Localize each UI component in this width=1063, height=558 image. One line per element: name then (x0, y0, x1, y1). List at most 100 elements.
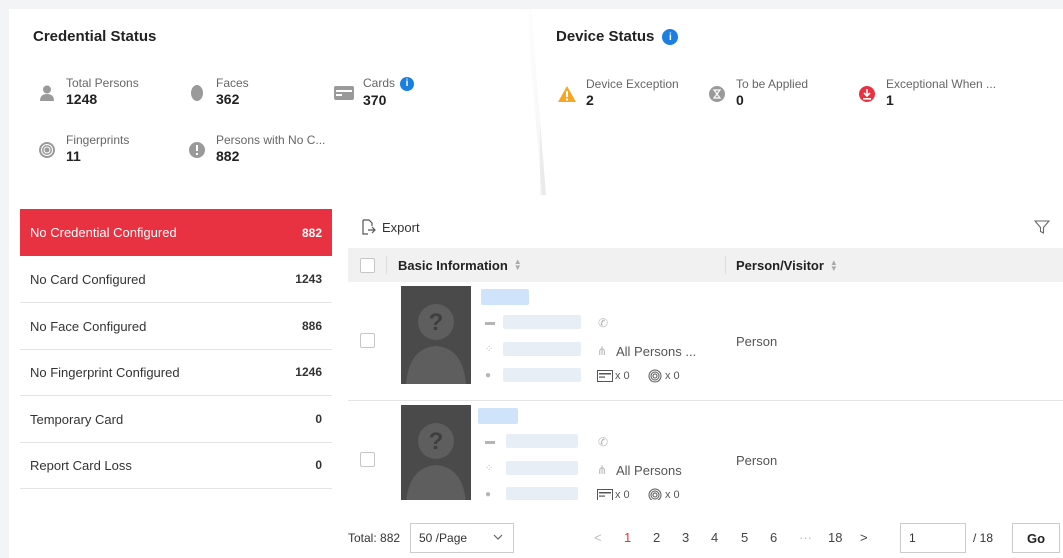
sort-icon: ▲ ▼ (513, 257, 522, 272)
category-no-credential[interactable]: No Credential Configured 882 (20, 209, 332, 256)
person-name-redacted (481, 289, 529, 305)
category-label: No Face Configured (30, 318, 147, 334)
stat-cards: Cards i 370 (333, 76, 415, 109)
stat-label: Faces (216, 76, 249, 90)
fingerprint-count-icon (648, 488, 662, 500)
column-divider (386, 256, 387, 274)
go-button[interactable]: Go (1012, 523, 1060, 553)
table-header: Basic Information ▲ ▼ Person/Visitor ▲ ▼ (348, 248, 1063, 282)
goto-page-input[interactable] (900, 523, 966, 553)
phone-icon: ✆ (598, 316, 609, 330)
table-row[interactable]: ? ▬ ⁘ ● ✆ ⋔ All Persons ... x 0 x 0 Pers… (348, 283, 1063, 401)
chevron-down-icon (493, 534, 503, 540)
face-icon (186, 82, 208, 104)
page-18[interactable]: 18 (828, 530, 842, 545)
card-icon: ▬ (485, 317, 495, 328)
redacted-field (503, 315, 581, 329)
stat-value: 11 (66, 148, 81, 164)
category-no-card[interactable]: No Card Configured 1243 (20, 256, 332, 303)
column-person-visitor[interactable]: Person/Visitor ▲ ▼ (736, 258, 838, 273)
info-icon[interactable]: i (400, 76, 415, 91)
clock-icon: ● (485, 370, 492, 381)
person-type: Person (736, 334, 778, 349)
stat-value: 1 (886, 92, 894, 108)
stat-fingerprints: Fingerprints 11 (36, 133, 129, 165)
category-label: No Fingerprint Configured (30, 364, 180, 380)
category-label: Temporary Card (30, 411, 124, 427)
goto-page-field[interactable] (909, 531, 957, 545)
column-basic-information[interactable]: Basic Information ▲ ▼ (398, 258, 522, 273)
row-checkbox[interactable] (360, 452, 375, 467)
redacted-field (503, 342, 581, 356)
pagination: Total: 882 50 /Page < 1 2 3 4 5 6 ··· 18… (340, 521, 1063, 555)
next-page-button[interactable]: > (860, 530, 868, 545)
hourglass-icon (706, 83, 728, 105)
stat-value: 1248 (66, 91, 98, 107)
category-label: No Credential Configured (30, 225, 177, 240)
redacted-field (506, 461, 578, 475)
person-group: All Persons (616, 463, 682, 478)
stat-to-be-applied[interactable]: To be Applied 0 (706, 77, 808, 109)
page-1[interactable]: 1 (624, 530, 631, 545)
export-label: Export (382, 219, 420, 235)
card-count-icon (597, 489, 613, 500)
status-overview: Credential Status Total Persons 1248 Fac… (0, 0, 1063, 195)
fingerprint-count: x 0 (648, 369, 680, 383)
page-4[interactable]: 4 (711, 530, 718, 545)
table-row[interactable]: ? ▬ ⁘ ● ✆ ⋔ All Persons x 0 x 0 Person (348, 402, 1063, 500)
category-count: 1246 (295, 365, 322, 379)
stat-label: Total Persons (66, 76, 139, 90)
select-all-checkbox[interactable] (360, 257, 375, 273)
person-group: All Persons ... (616, 344, 697, 359)
clock-icon: ● (485, 489, 492, 500)
stat-label: To be Applied (736, 77, 809, 91)
filter-icon[interactable] (1033, 219, 1051, 238)
card-count-icon (597, 370, 613, 382)
prev-page-button[interactable]: < (594, 530, 602, 545)
credential-status-title: Credential Status (33, 28, 157, 45)
category-report-card-loss[interactable]: Report Card Loss 0 (20, 442, 332, 489)
page-ellipsis[interactable]: ··· (799, 530, 812, 545)
stat-total-persons: Total Persons 1248 (36, 76, 139, 108)
page-5[interactable]: 5 (741, 530, 748, 545)
svg-text:?: ? (429, 428, 444, 455)
export-icon (362, 219, 376, 235)
group-icon: ⋔ (597, 463, 608, 477)
category-temporary-card[interactable]: Temporary Card 0 (20, 396, 332, 443)
stat-device-exception[interactable]: Device Exception 2 (556, 77, 679, 109)
stat-label: Fingerprints (66, 133, 130, 147)
avatar: ? (401, 286, 471, 384)
page-size-select[interactable]: 50 /Page (410, 523, 514, 553)
stat-faces: Faces 362 (186, 76, 249, 108)
category-no-fingerprint[interactable]: No Fingerprint Configured 1246 (20, 349, 332, 396)
total-count: Total: 882 (348, 531, 401, 545)
page-6[interactable]: 6 (770, 530, 777, 545)
fingerprint-count: x 0 (648, 488, 680, 500)
group-icon: ⋔ (597, 344, 608, 358)
category-count: 886 (301, 319, 322, 333)
page-2[interactable]: 2 (653, 530, 660, 545)
info-icon[interactable]: i (662, 29, 679, 46)
credential-status-panel: Credential Status Total Persons 1248 Fac… (9, 9, 540, 195)
stat-no-credential: Persons with No C... 882 (186, 133, 325, 165)
stat-label: Persons with No C... (216, 133, 326, 147)
column-divider (725, 256, 726, 274)
total-pages: / 18 (973, 531, 994, 545)
person-table-area: Export Basic Information ▲ ▼ Person/Visito… (340, 195, 1063, 558)
device-status-title: Device Status i (556, 28, 679, 46)
card-icon (333, 82, 355, 104)
category-count: 0 (315, 412, 322, 426)
stat-value: 370 (363, 91, 387, 108)
card-count: x 0 (597, 489, 630, 500)
card-icon: ▬ (485, 436, 495, 447)
stat-value: 2 (586, 92, 594, 108)
credential-category-list: No Credential Configured 882 No Card Con… (9, 195, 340, 558)
page-3[interactable]: 3 (682, 530, 689, 545)
avatar: ? (401, 405, 471, 500)
category-no-face[interactable]: No Face Configured 886 (20, 303, 332, 350)
stat-exceptional-when[interactable]: Exceptional When ... 1 (856, 77, 996, 109)
category-count: 0 (315, 458, 322, 472)
row-checkbox[interactable] (360, 333, 375, 348)
export-button[interactable]: Export (360, 219, 420, 235)
warning-icon (556, 83, 578, 105)
